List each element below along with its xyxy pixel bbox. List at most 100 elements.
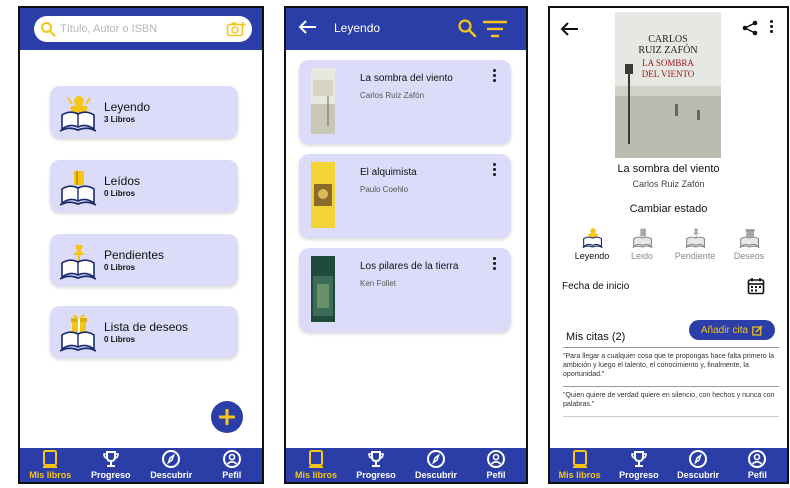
add-button[interactable] [211, 401, 243, 433]
share-icon[interactable] [742, 20, 758, 36]
nav-label: Mis libros [29, 470, 72, 480]
nav-discover[interactable]: Descubrir [407, 449, 465, 480]
status-read[interactable]: Leido [614, 224, 670, 261]
book-card[interactable]: La sombra del viento Carlos Ruiz Zafón [299, 60, 511, 144]
read-book-icon [50, 163, 104, 209]
shelf-name: Leídos [104, 174, 141, 188]
book-detail-screen: CARLOS RUIZ ZAFÓN LA SOMBRA DEL VIENTO L… [548, 6, 789, 484]
back-arrow-icon[interactable] [560, 22, 580, 36]
shelf-wishlist[interactable]: Lista de deseos 0 Libros [50, 306, 238, 358]
nav-profile[interactable]: Pefil [203, 449, 261, 480]
more-options-icon[interactable] [493, 257, 497, 272]
quote-text: "Para llegar a cualquier cosa que te pro… [563, 353, 775, 378]
book-icon [572, 450, 587, 468]
nav-progress[interactable]: Progreso [610, 449, 668, 480]
shelf-count: 0 Libros [104, 263, 136, 272]
trophy-icon [368, 451, 384, 467]
nav-discover[interactable]: Descubrir [669, 449, 727, 480]
gift-book-icon [739, 229, 760, 249]
my-books-screen: Leyendo 3 Libros Leídos 0 Libros [18, 6, 264, 484]
nav-label: Pefil [486, 470, 506, 480]
nav-label: Progreso [90, 470, 131, 480]
shelf-name: Leyendo [104, 100, 151, 114]
shelf-name: Pendientes [104, 248, 165, 262]
cover-title-line: LA SOMBRA [642, 58, 694, 68]
more-options-icon[interactable] [770, 20, 773, 35]
nav-profile[interactable]: Pefil [728, 449, 786, 480]
start-date-label: Fecha de inicio [562, 281, 630, 292]
shelf-reading[interactable]: Leyendo 3 Libros [50, 86, 238, 138]
bottom-navigation: Mis libros Progreso Descubrir Pefil [20, 448, 262, 482]
profile-icon [222, 450, 241, 468]
search-bar[interactable] [34, 16, 252, 42]
book-icon [309, 450, 323, 468]
status-label: Leido [630, 251, 654, 261]
page-title: Leyendo [334, 21, 381, 35]
bottom-navigation: Mis libros Progreso Descubrir Pefil [286, 448, 526, 482]
search-icon[interactable] [457, 18, 477, 38]
reading-list-screen: Leyendo La sombra del viento Carlos Ruiz… [284, 6, 528, 484]
shelf-count: 3 Libros [104, 115, 136, 124]
nav-my-books[interactable]: Mis libros [287, 449, 345, 480]
book-title: Los pilares de la tierra [360, 261, 459, 272]
search-icon[interactable] [40, 21, 56, 37]
calendar-icon[interactable] [747, 277, 765, 295]
shelf-read[interactable]: Leídos 0 Libros [50, 160, 238, 212]
profile-icon [748, 450, 767, 468]
compass-icon [162, 450, 181, 468]
pin-book-icon [685, 228, 706, 249]
pin-book-icon [50, 237, 104, 283]
shelf-pending[interactable]: Pendientes 0 Libros [50, 234, 238, 286]
book-cover-image [311, 68, 335, 134]
book-author: Paulo Coehlo [360, 185, 409, 194]
nav-label: Progreso [356, 470, 396, 480]
book-title: El alquimista [360, 167, 417, 178]
status-label: Pendiente [674, 251, 716, 261]
nav-my-books[interactable]: Mis libros [21, 449, 79, 480]
nav-profile[interactable]: Pefil [467, 449, 525, 480]
nav-label: Pefil [747, 470, 767, 480]
nav-discover[interactable]: Descubrir [142, 449, 200, 480]
more-options-icon[interactable] [493, 163, 497, 178]
profile-icon [487, 450, 505, 468]
add-quote-button[interactable]: Añadir cita [689, 320, 775, 340]
book-title: La sombra del viento [360, 73, 453, 84]
status-label: Deseos [733, 251, 765, 261]
divider [563, 416, 779, 417]
nav-label: Pefil [222, 470, 242, 480]
nav-label: Descubrir [414, 470, 458, 480]
nav-progress[interactable]: Progreso [347, 449, 405, 480]
book-card[interactable]: Los pilares de la tierra Ken Follet [299, 248, 511, 332]
shelf-name: Lista de deseos [104, 320, 189, 334]
status-wishlist[interactable]: Deseos [721, 224, 777, 261]
trophy-icon [102, 451, 119, 467]
bottom-navigation: Mis libros Progreso Descubrir Pefil [550, 448, 787, 482]
nav-label: Mis libros [294, 470, 337, 480]
book-card[interactable]: El alquimista Paulo Coehlo [299, 154, 511, 238]
cover-author-line: RUIZ ZAFÓN [638, 45, 698, 56]
compass-icon [427, 450, 445, 468]
quote-text: "Quien quiere de verdad quiere en silenc… [563, 392, 775, 408]
top-app-bar [20, 8, 262, 50]
book-author: Ken Follet [360, 279, 397, 288]
status-label: Leyendo [574, 251, 610, 261]
top-app-bar: Leyendo [286, 8, 526, 50]
more-options-icon[interactable] [493, 69, 497, 84]
camera-icon[interactable] [226, 21, 246, 37]
status-pending[interactable]: Pendiente [667, 224, 723, 261]
nav-progress[interactable]: Progreso [82, 449, 140, 480]
status-reading[interactable]: Leyendo [564, 224, 620, 261]
cover-author-line: CARLOS [648, 34, 688, 45]
filter-icon[interactable] [482, 20, 508, 38]
search-input[interactable] [60, 23, 226, 35]
book-cover-image [311, 256, 335, 322]
shelf-count: 0 Libros [104, 335, 136, 344]
book-title: La sombra del viento [617, 163, 720, 175]
quotes-title: Mis citas (2) [566, 331, 626, 343]
back-arrow-icon[interactable] [298, 19, 318, 35]
nav-my-books[interactable]: Mis libros [551, 449, 609, 480]
nav-label: Progreso [619, 470, 659, 480]
nav-label: Descubrir [677, 470, 720, 480]
book-author: Carlos Ruiz Zafón [632, 179, 705, 189]
nav-label: Mis libros [558, 470, 601, 480]
